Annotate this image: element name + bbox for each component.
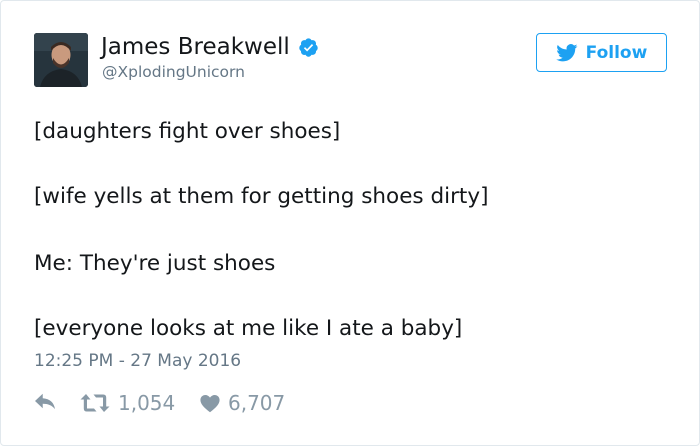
follow-button-label: Follow xyxy=(585,42,648,63)
tweet-text-line: [daughters fight over shoes] xyxy=(34,119,341,144)
reply-icon xyxy=(35,393,55,410)
reply-button[interactable] xyxy=(34,391,56,411)
author-name[interactable]: James Breakwell xyxy=(101,34,319,60)
tweet-card: James Breakwell @XplodingUnicorn Follow … xyxy=(0,0,700,446)
heart-icon xyxy=(200,394,220,412)
retweet-count: 1,054 xyxy=(118,391,176,415)
author-handle[interactable]: @XplodingUnicorn xyxy=(102,63,245,81)
author-name-text: James Breakwell xyxy=(101,34,290,60)
tweet-text-line: [everyone looks at me like I ate a baby] xyxy=(34,316,463,341)
avatar[interactable] xyxy=(34,33,88,87)
tweet-text-line: [wife yells at them for getting shoes di… xyxy=(34,184,489,209)
follow-button[interactable]: Follow xyxy=(536,33,667,72)
verified-badge-icon xyxy=(298,37,319,58)
retweet-icon xyxy=(80,394,110,412)
like-count: 6,707 xyxy=(228,391,286,415)
retweet-button[interactable]: 1,054 xyxy=(80,391,175,415)
tweet-timestamp[interactable]: 12:25 PM - 27 May 2016 xyxy=(34,351,241,371)
tweet-text-line: Me: They're just shoes xyxy=(34,251,276,276)
like-button[interactable]: 6,707 xyxy=(200,391,285,415)
avatar-photo xyxy=(34,33,88,87)
twitter-bird-icon xyxy=(555,43,578,61)
